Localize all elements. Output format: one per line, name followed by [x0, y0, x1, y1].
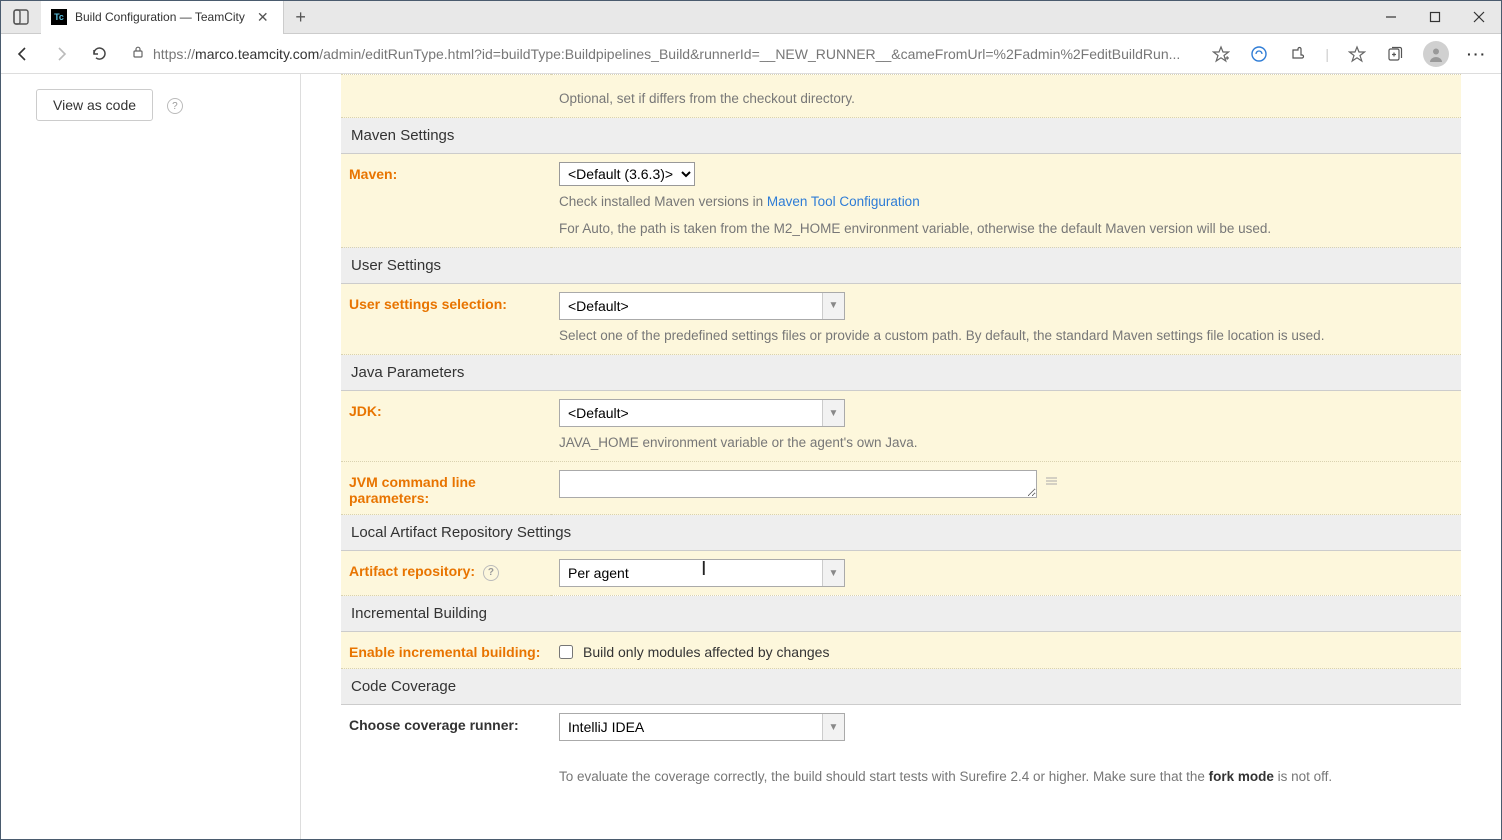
section-maven-settings: Maven Settings [341, 118, 1461, 154]
user-settings-select[interactable]: ▼ [559, 292, 845, 320]
close-window-button[interactable] [1457, 1, 1501, 34]
favorite-collection-icon[interactable] [1211, 44, 1231, 64]
coverage-runner-label: Choose coverage runner: [341, 705, 551, 750]
chevron-down-icon[interactable]: ▼ [822, 560, 844, 586]
url-box[interactable]: https://marco.teamcity.com/admin/editRun… [123, 39, 1201, 69]
url-text: https://marco.teamcity.com/admin/editRun… [153, 46, 1180, 62]
help-icon[interactable]: ? [167, 98, 183, 114]
artifact-repo-input[interactable] [559, 559, 845, 587]
jvm-params-label: JVM command line parameters: [341, 462, 551, 515]
coverage-runner-select[interactable]: ▼ [559, 713, 845, 741]
chevron-down-icon[interactable]: ▼ [822, 400, 844, 426]
maximize-button[interactable] [1413, 1, 1457, 34]
tabs-overview-button[interactable] [1, 1, 41, 34]
section-java-parameters: Java Parameters [341, 355, 1461, 391]
incremental-label: Enable incremental building: [341, 632, 551, 669]
incremental-checkbox[interactable] [559, 645, 573, 659]
user-settings-help: Select one of the predefined settings fi… [559, 326, 1453, 346]
teamcity-favicon: Tc [51, 9, 67, 25]
jdk-input[interactable] [559, 399, 845, 427]
section-local-artifact: Local Artifact Repository Settings [341, 515, 1461, 551]
window-controls [1369, 1, 1501, 34]
more-menu-icon[interactable]: ··· [1467, 44, 1487, 64]
artifact-repo-select[interactable]: ▼ I [559, 559, 845, 587]
section-code-coverage: Code Coverage [341, 669, 1461, 705]
back-button[interactable] [9, 40, 37, 68]
favorites-icon[interactable] [1347, 44, 1367, 64]
maven-help-1: Check installed Maven versions in Maven … [559, 192, 1453, 212]
section-user-settings: User Settings [341, 247, 1461, 283]
tab-title: Build Configuration — TeamCity [75, 10, 245, 24]
left-sidebar: View as code ? [1, 74, 301, 839]
maven-label: Maven: [341, 154, 551, 248]
lock-icon [131, 45, 145, 62]
maven-tool-config-link[interactable]: Maven Tool Configuration [767, 194, 920, 209]
jdk-select[interactable]: ▼ [559, 399, 845, 427]
browser-addressbar: https://marco.teamcity.com/admin/editRun… [1, 34, 1501, 74]
coverage-note: To evaluate the coverage correctly, the … [559, 767, 1453, 788]
reload-button[interactable] [85, 40, 113, 68]
new-tab-button[interactable]: + [284, 7, 318, 28]
user-settings-label: User settings selection: [341, 283, 551, 354]
jvm-params-textarea[interactable] [559, 470, 1037, 498]
artifact-repo-label: Artifact repository: ? [341, 551, 551, 596]
jdk-label: JDK: [341, 391, 551, 462]
forward-button[interactable] [47, 40, 75, 68]
main-panel: Optional, set if differs from the checko… [301, 74, 1501, 839]
extensions-icon[interactable] [1287, 44, 1307, 64]
close-tab-icon[interactable]: ✕ [253, 9, 273, 26]
coverage-runner-input[interactable] [559, 713, 845, 741]
checkout-help-text: Optional, set if differs from the checko… [559, 89, 1453, 109]
help-icon[interactable]: ? [483, 565, 499, 581]
incremental-checkbox-label: Build only modules affected by changes [583, 644, 829, 660]
profile-avatar[interactable] [1423, 41, 1449, 67]
collections-icon[interactable] [1385, 44, 1405, 64]
jdk-help: JAVA_HOME environment variable or the ag… [559, 433, 1453, 453]
expand-textarea-icon[interactable] [1045, 475, 1058, 491]
user-settings-input[interactable] [559, 292, 845, 320]
maven-version-select[interactable]: <Default (3.6.3)> [559, 162, 695, 186]
view-as-code-button[interactable]: View as code [36, 89, 153, 121]
maven-help-2: For Auto, the path is taken from the M2_… [559, 219, 1453, 239]
browser-titlebar: Tc Build Configuration — TeamCity ✕ + [1, 1, 1501, 34]
minimize-button[interactable] [1369, 1, 1413, 34]
browser-tab-active[interactable]: Tc Build Configuration — TeamCity ✕ [41, 1, 284, 34]
chevron-down-icon[interactable]: ▼ [822, 293, 844, 319]
edge-circle-icon[interactable] [1249, 44, 1269, 64]
chevron-down-icon[interactable]: ▼ [822, 714, 844, 740]
section-incremental: Incremental Building [341, 596, 1461, 632]
